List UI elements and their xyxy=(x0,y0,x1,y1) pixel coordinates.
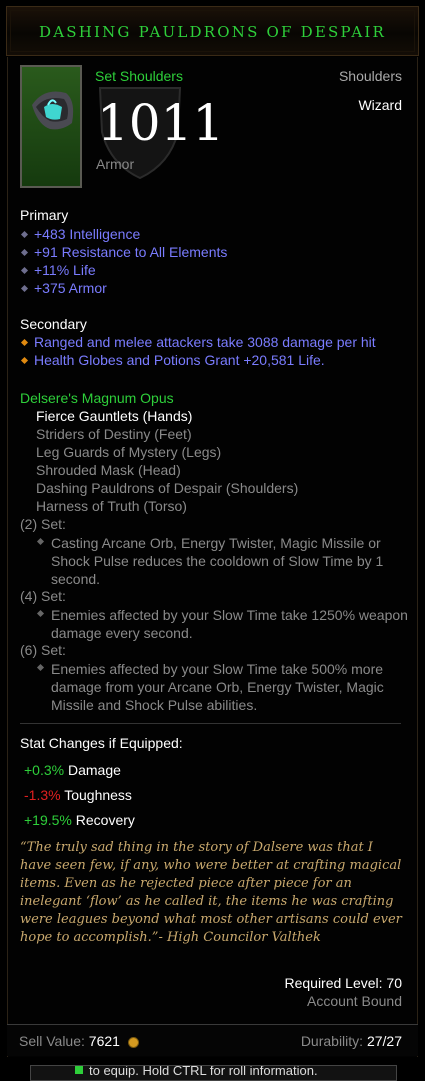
diamond-bullet-icon xyxy=(20,230,29,238)
orange-diamond-bullet-icon xyxy=(20,338,29,346)
orange-diamond-bullet-icon xyxy=(20,356,29,364)
set-name: Delsere's Magnum Opus xyxy=(20,390,174,406)
set-bonus-text: Casting Arcane Orb, Energy Twister, Magi… xyxy=(51,535,384,587)
gold-coin-icon xyxy=(127,1036,139,1048)
flavor-text: “The truly sad thing in the story of Dal… xyxy=(20,840,402,945)
secondary-stat: Ranged and melee attackers take 3088 dam… xyxy=(20,334,376,350)
item-name: DASHING PAULDRONS OF DESPAIR xyxy=(38,23,387,41)
item-type: Set Shoulders xyxy=(95,68,183,84)
item-image xyxy=(20,65,82,188)
armor-label: Armor xyxy=(96,156,135,172)
diamond-bullet-icon xyxy=(20,248,29,256)
diamond-bullet-icon xyxy=(20,266,29,274)
diamond-bullet-icon xyxy=(20,284,29,292)
primary-stat: +11% Life xyxy=(20,262,96,278)
set-bonus-label: (2) Set: xyxy=(20,516,66,532)
armor-value: 1011 xyxy=(97,94,225,152)
primary-stat: +375 Armor xyxy=(20,280,107,296)
set-bonus-text: Enemies affected by your Slow Time take … xyxy=(51,607,408,641)
primary-stat: +483 Intelligence xyxy=(20,226,140,242)
set-bonus-label: (4) Set: xyxy=(20,588,66,604)
set-bonus-text: Enemies affected by your Slow Time take … xyxy=(51,661,384,713)
set-piece: Leg Guards of Mystery (Legs) xyxy=(36,444,222,460)
mouse-icon xyxy=(75,1066,83,1074)
primary-stat: +91 Resistance to All Elements xyxy=(20,244,227,260)
account-bound: Account Bound xyxy=(307,993,402,1009)
item-slot: Shoulders xyxy=(338,68,402,84)
durability: Durability: 27/27 xyxy=(300,1033,402,1049)
primary-title: Primary xyxy=(20,207,69,223)
item-class: Wizard xyxy=(358,97,402,113)
stat-changes-title: Stat Changes if Equipped: xyxy=(20,735,183,751)
secondary-title: Secondary xyxy=(20,316,87,332)
set-bonus-label: (6) Set: xyxy=(20,642,66,658)
required-level: Required Level: 70 xyxy=(284,975,402,991)
set-piece: Striders of Destiny (Feet) xyxy=(36,426,192,442)
set-piece: Fierce Gauntlets (Hands) xyxy=(36,408,193,424)
secondary-stat: Health Globes and Potions Grant +20,581 … xyxy=(20,352,325,368)
stat-change-row: -1.3% Toughness xyxy=(24,787,132,803)
set-piece: Shrouded Mask (Head) xyxy=(36,462,181,478)
item-name-header: DASHING PAULDRONS OF DESPAIR xyxy=(6,6,419,56)
set-piece: Dashing Pauldrons of Despair (Shoulders) xyxy=(36,480,299,496)
divider xyxy=(20,723,401,724)
tooltip-footer: Sell Value: 7621 Durability: 27/27 xyxy=(7,1024,418,1056)
stat-change-row: +19.5% Recovery xyxy=(24,812,135,828)
shoulder-armor-icon xyxy=(32,91,74,130)
set-piece: Harness of Truth (Torso) xyxy=(36,498,187,514)
sell-value: Sell Value: 7621 xyxy=(19,1033,139,1049)
stat-change-row: +0.3% Damage xyxy=(24,762,121,778)
